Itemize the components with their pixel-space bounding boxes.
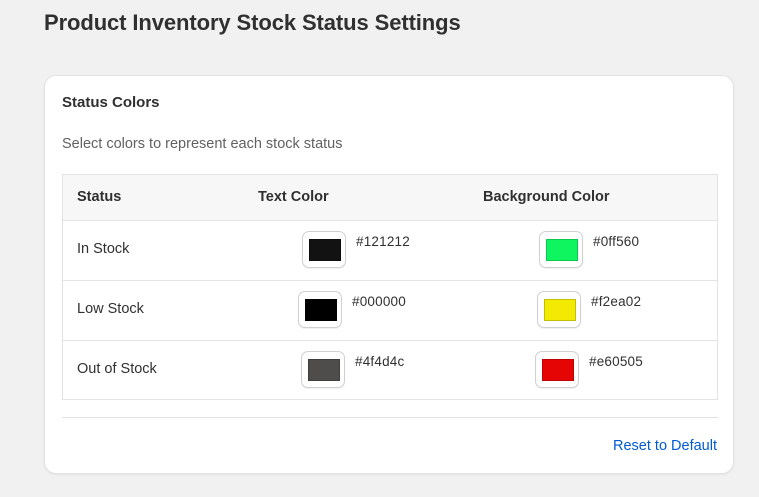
text-color-picker-low-stock[interactable] xyxy=(298,291,342,328)
table-row: Low Stock #000000 #f2ea02 xyxy=(63,281,717,341)
card-subtitle: Select colors to represent each stock st… xyxy=(62,136,343,152)
header-status: Status xyxy=(77,189,122,205)
background-color-hex: #e60505 xyxy=(589,354,643,369)
background-color-hex: #f2ea02 xyxy=(591,294,642,309)
footer-divider xyxy=(62,417,718,418)
background-color-swatch xyxy=(546,239,578,261)
table-row: In Stock #121212 #0ff560 xyxy=(63,221,717,281)
text-color-picker-in-stock[interactable] xyxy=(302,231,346,268)
background-color-picker-out-of-stock[interactable] xyxy=(535,351,579,388)
background-color-picker-in-stock[interactable] xyxy=(539,231,583,268)
status-label: In Stock xyxy=(77,241,130,257)
text-color-picker-out-of-stock[interactable] xyxy=(301,351,345,388)
text-color-hex: #4f4d4c xyxy=(355,354,405,369)
text-color-swatch xyxy=(309,239,341,261)
status-label: Out of Stock xyxy=(77,361,157,377)
text-color-hex: #121212 xyxy=(356,234,410,249)
header-text-color: Text Color xyxy=(258,189,329,205)
text-color-hex: #000000 xyxy=(352,294,406,309)
background-color-swatch xyxy=(544,299,576,321)
text-color-swatch xyxy=(308,359,340,381)
text-color-swatch xyxy=(305,299,337,321)
background-color-picker-low-stock[interactable] xyxy=(537,291,581,328)
card-title: Status Colors xyxy=(62,94,160,111)
reset-to-default-link[interactable]: Reset to Default xyxy=(613,438,717,454)
page-title: Product Inventory Stock Status Settings xyxy=(44,10,461,35)
header-background-color: Background Color xyxy=(483,189,610,205)
background-color-hex: #0ff560 xyxy=(593,234,640,249)
table-header: Status Text Color Background Color xyxy=(63,175,717,221)
status-colors-table: Status Text Color Background Color In St… xyxy=(62,174,718,400)
status-colors-card: Status Colors Select colors to represent… xyxy=(44,75,734,474)
table-row: Out of Stock #4f4d4c #e60505 xyxy=(63,341,717,400)
status-label: Low Stock xyxy=(77,301,144,317)
background-color-swatch xyxy=(542,359,574,381)
